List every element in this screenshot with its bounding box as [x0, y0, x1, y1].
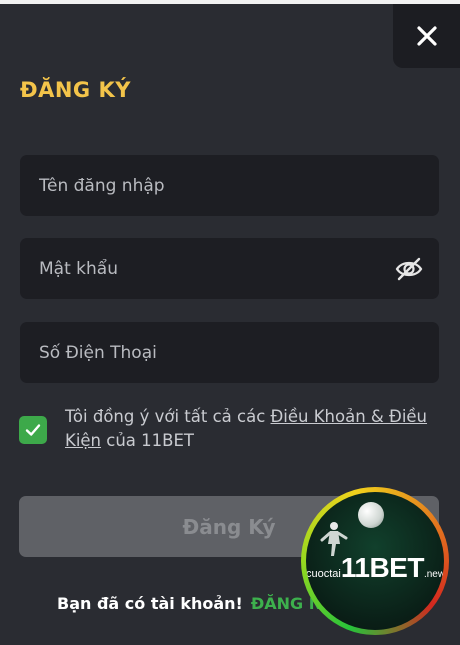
phone-input[interactable]	[20, 322, 439, 383]
terms-text: Tôi đồng ý với tất cả các Điều Khoản & Đ…	[65, 405, 435, 453]
register-modal: ĐĂNG KÝ Tôi đồng ý với tất cả các Điều K…	[0, 0, 460, 645]
login-question: Bạn đã có tài khoản!	[57, 594, 243, 613]
watermark-suffix: .news	[423, 569, 444, 580]
watermark-brand: 11BET	[340, 552, 425, 583]
top-edge-divider	[0, 0, 460, 4]
checkmark-icon	[25, 424, 41, 436]
password-input[interactable]	[20, 238, 439, 299]
watermark-prefix: cuoctai	[306, 568, 341, 580]
phone-field[interactable]	[20, 322, 439, 383]
watermark-text: cuoctai11BET.news	[306, 552, 444, 584]
username-field[interactable]	[20, 155, 439, 216]
password-field[interactable]	[20, 238, 439, 299]
terms-checkbox[interactable]	[19, 416, 47, 444]
football-icon	[358, 502, 384, 528]
eye-off-icon[interactable]	[395, 255, 423, 283]
username-input[interactable]	[20, 155, 439, 216]
close-button[interactable]	[393, 4, 460, 68]
watermark-logo: cuoctai11BET.news	[301, 487, 449, 635]
modal-title: ĐĂNG KÝ	[20, 78, 131, 102]
terms-prefix: Tôi đồng ý với tất cả các	[65, 407, 271, 426]
close-icon	[416, 26, 437, 46]
watermark-logo-inner: cuoctai11BET.news	[306, 492, 444, 630]
terms-suffix: của 11BET	[101, 431, 194, 450]
login-prompt: Bạn đã có tài khoản! ĐĂNG NH	[57, 594, 336, 613]
